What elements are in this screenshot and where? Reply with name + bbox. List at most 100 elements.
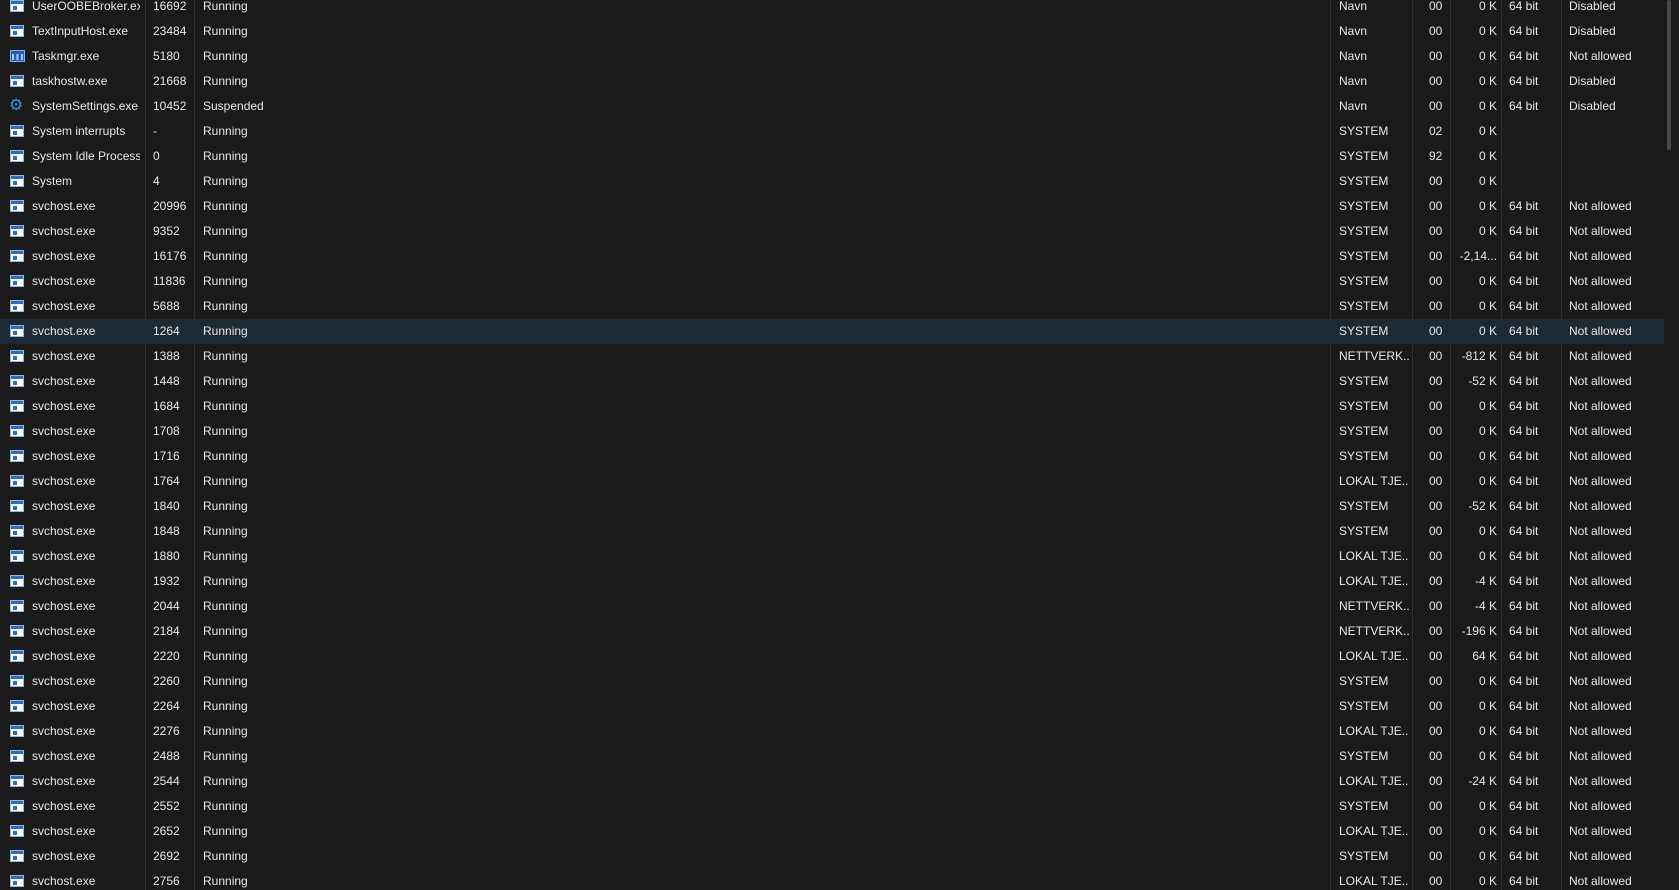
process-memory: 0 K [1478,549,1497,563]
process-row[interactable]: svchost.exe 2260 Running SYSTEM 00 0 K 64 bit N… [0,669,1664,694]
process-row[interactable]: svchost.exe 2220 Running LOKAL TJE... 00 64 K… [0,644,1664,669]
process-status: Running [203,499,248,513]
window-icon [10,800,24,812]
window-icon [10,725,24,737]
scrollbar-thumb[interactable] [1667,0,1671,150]
process-user: Navn [1339,24,1368,38]
process-row[interactable]: svchost.exe 2184 Running NETTVERK... 00 -196 … [0,619,1664,644]
process-row[interactable]: svchost.exe 5688 Running SYSTEM 00 0 K 64 bit N… [0,294,1664,319]
window-icon [10,325,24,337]
process-cpu: 00 [1429,549,1443,563]
process-row[interactable]: svchost.exe 2652 Running LOKAL TJE... 00 0 K 6… [0,819,1664,844]
window-icon [10,450,24,462]
process-icon-cell [10,169,26,194]
process-row[interactable]: svchost.exe 1708 Running SYSTEM 00 0 K 64 bit N… [0,419,1664,444]
process-row[interactable]: TextInputHost.exe 23484 Running Navn 00 0 K 64… [0,19,1664,44]
process-user: SYSTEM [1339,374,1389,388]
process-row[interactable]: svchost.exe 2044 Running NETTVERK... 00 -4 K 6… [0,594,1664,619]
process-user: Navn [1339,0,1368,13]
process-pid: 5688 [153,299,180,313]
process-icon-cell [10,794,26,819]
window-icon [10,150,24,162]
process-icon-cell [10,194,26,219]
process-row[interactable]: taskhostw.exe 21668 Running Navn 00 0 K 64 bit… [0,69,1664,94]
process-user: SYSTEM [1339,499,1389,513]
process-architecture: 64 bit [1509,0,1539,13]
process-name: svchost.exe [32,599,96,613]
process-row[interactable]: svchost.exe 1932 Running LOKAL TJE... 00 -4 K… [0,569,1664,594]
process-cpu: 00 [1429,599,1443,613]
process-icon-cell [10,444,26,469]
process-row[interactable]: svchost.exe 1684 Running SYSTEM 00 0 K 64 bit N… [0,394,1664,419]
process-pid: 2756 [153,874,180,888]
process-cpu: 00 [1429,24,1443,38]
process-row[interactable]: svchost.exe 1716 Running SYSTEM 00 0 K 64 bit N… [0,444,1664,469]
process-row[interactable]: svchost.exe 1880 Running LOKAL TJE... 00 0 K 6… [0,544,1664,569]
process-row[interactable]: svchost.exe 1264 Running SYSTEM 00 0 K 64 bit N… [0,319,1664,344]
process-uac-virtualization: Not allowed [1569,524,1632,538]
process-row[interactable]: UserOOBEBroker.exe 16692 Running Navn 00 0 K 6… [0,0,1664,19]
process-row[interactable]: svchost.exe 2544 Running LOKAL TJE... 00 -24 … [0,769,1664,794]
process-status: Running [203,474,248,488]
process-row[interactable]: svchost.exe 2552 Running SYSTEM 00 0 K 64 bit N… [0,794,1664,819]
task-manager-icon [10,50,25,62]
process-row[interactable]: Taskmgr.exe 5180 Running Navn 00 0 K 64 bit Not… [0,44,1664,69]
process-row[interactable]: svchost.exe 1448 Running SYSTEM 00 -52 K 64 bi… [0,369,1664,394]
process-row[interactable]: svchost.exe 1848 Running SYSTEM 00 0 K 64 bit N… [0,519,1664,544]
process-cpu: 00 [1429,174,1443,188]
process-row[interactable]: svchost.exe 11836 Running SYSTEM 00 0 K 64 bit… [0,269,1664,294]
process-row[interactable]: svchost.exe 2756 Running LOKAL TJE... 00 0 K 6… [0,869,1664,890]
process-row[interactable]: svchost.exe 9352 Running SYSTEM 00 0 K 64 bit N… [0,219,1664,244]
process-row[interactable]: svchost.exe 1388 Running NETTVERK... 00 -812 … [0,344,1664,369]
process-name: svchost.exe [32,874,96,888]
window-icon [10,600,24,612]
process-name: svchost.exe [32,574,96,588]
process-cpu: 00 [1429,249,1443,263]
process-uac-virtualization: Not allowed [1569,424,1632,438]
process-row[interactable]: svchost.exe 1840 Running SYSTEM 00 -52 K 64 bi… [0,494,1664,519]
process-icon-cell [10,669,26,694]
process-cpu: 00 [1429,674,1443,688]
process-icon-cell [10,519,26,544]
process-cpu: 00 [1429,624,1443,638]
process-cpu: 00 [1429,349,1443,363]
process-row[interactable]: svchost.exe 1764 Running LOKAL TJE... 00 0 K 6… [0,469,1664,494]
window-icon [10,825,24,837]
process-memory: 0 K [1478,874,1497,888]
process-row[interactable]: System 4 Running SYSTEM 00 0 K [0,169,1664,194]
vertical-scrollbar[interactable] [1667,0,1673,890]
process-name: System interrupts [32,124,126,138]
process-memory: 0 K [1478,224,1497,238]
process-row[interactable]: svchost.exe 16176 Running SYSTEM 00 -2,14... 6… [0,244,1664,269]
process-row[interactable]: svchost.exe 2692 Running SYSTEM 00 0 K 64 bit N… [0,844,1664,869]
process-cpu: 00 [1429,524,1443,538]
process-row[interactable]: svchost.exe 2276 Running LOKAL TJE... 00 0 K 6… [0,719,1664,744]
process-name: svchost.exe [32,299,96,313]
process-name: svchost.exe [32,699,96,713]
process-row[interactable]: svchost.exe 2488 Running SYSTEM 00 0 K 64 bit N… [0,744,1664,769]
process-icon-cell [10,619,26,644]
process-architecture: 64 bit [1509,324,1539,338]
process-row[interactable]: System Idle Process 0 Running SYSTEM 92 0 K [0,144,1664,169]
process-row[interactable]: ⚙ SystemSettings.exe 10452 Suspended Navn 00 0… [0,94,1664,119]
process-status: Running [203,274,248,288]
process-icon-cell [10,369,26,394]
window-icon [10,200,24,212]
process-row[interactable]: System interrupts - Running SYSTEM 02 0 K [0,119,1664,144]
window-icon [10,300,24,312]
process-architecture: 64 bit [1509,699,1539,713]
process-memory: 0 K [1478,824,1497,838]
process-uac-virtualization: Not allowed [1569,274,1632,288]
process-architecture: 64 bit [1509,774,1539,788]
process-pid: - [153,124,157,138]
process-pid: 16176 [153,249,187,263]
process-architecture: 64 bit [1509,274,1539,288]
process-architecture: 64 bit [1509,849,1539,863]
process-name: svchost.exe [32,399,96,413]
process-row[interactable]: svchost.exe 20996 Running SYSTEM 00 0 K 64 bit… [0,194,1664,219]
process-row[interactable]: svchost.exe 2264 Running SYSTEM 00 0 K 64 bit N… [0,694,1664,719]
process-uac-virtualization: Disabled [1569,99,1616,113]
process-user: SYSTEM [1339,424,1389,438]
process-architecture: 64 bit [1509,474,1539,488]
process-status: Running [203,624,248,638]
